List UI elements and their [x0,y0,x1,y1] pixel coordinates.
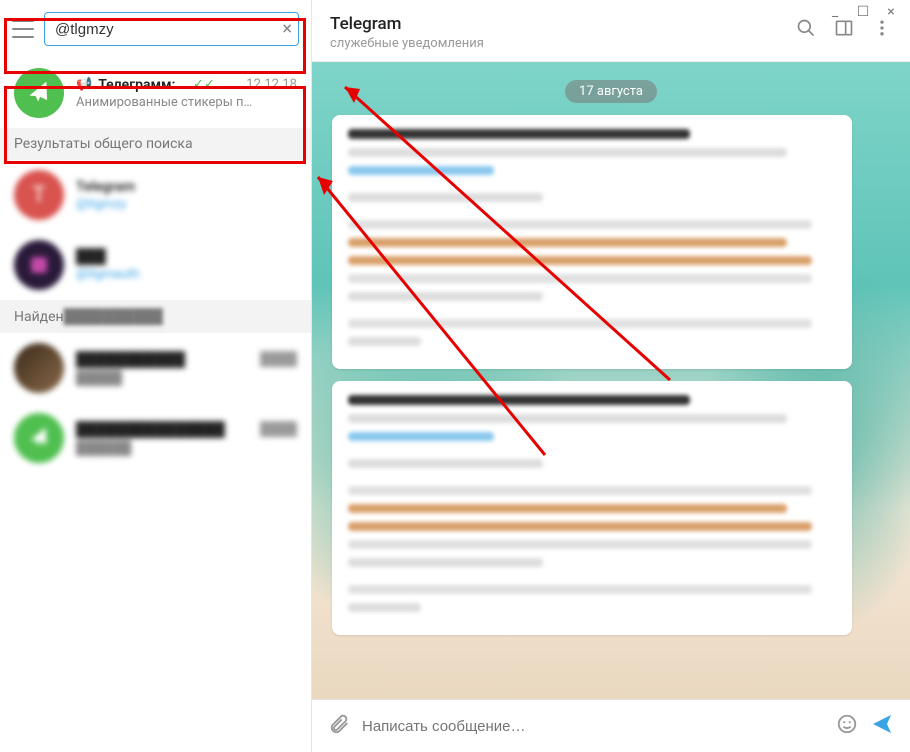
sidebar: × 📢 Телеграмм: … ✓✓ 12.12.18 Анимированн… [0,0,312,752]
global-result-item[interactable]: ███ @tlgmauth [0,230,311,300]
chat-subtitle: ██████ [76,440,297,456]
avatar: T [14,170,64,220]
date-separator: 17 августа [565,80,657,103]
chat-title: ███████████ [76,351,185,368]
hamburger-menu-button[interactable] [12,20,34,38]
section-found: Найден██████████ [0,300,311,333]
main-panel: Telegram служебные уведомления 17 август… [312,0,910,752]
message-composer [312,699,910,752]
message-bubble[interactable] [332,381,852,635]
found-item[interactable]: ███████████████ █████ [0,333,311,403]
chat-title: ███████████████ [76,421,225,438]
message-input[interactable] [362,718,824,735]
attach-icon[interactable] [328,713,350,739]
chat-date: ████ [260,421,297,437]
chat-handle: @tlgmzy [76,197,297,212]
verified-icon: ✓✓ [193,77,215,92]
chat-title: Telegram [76,179,135,195]
chat-subtitle: Анимированные стикеры п… [76,95,297,110]
emoji-icon[interactable] [836,713,858,739]
chat-title: ███ [76,248,106,265]
chat-header: Telegram служебные уведомления [312,0,910,62]
chat-subtitle: █████ [76,370,297,386]
megaphone-icon: 📢 [76,77,92,92]
send-button[interactable] [870,712,894,740]
chat-header-title: Telegram [330,14,796,34]
message-bubble[interactable] [332,115,852,369]
window-minimize[interactable]: _ [828,5,842,19]
avatar [14,413,64,463]
chat-header-subtitle: служебные уведомления [330,36,796,51]
search-result-top[interactable]: 📢 Телеграмм: … ✓✓ 12.12.18 Анимированные… [0,58,311,128]
avatar-telegram-channel [14,68,64,118]
section-global-results: Результаты общего поиска [0,128,311,160]
global-result-item[interactable]: T Telegram @tlgmzy [0,160,311,230]
clear-search-button[interactable]: × [282,19,292,40]
avatar [14,240,64,290]
found-item[interactable]: ███████████████████ ██████ [0,403,311,473]
window-maximize[interactable]: ☐ [856,5,870,19]
chat-handle: @tlgmauth [76,267,297,282]
chat-date: 12.12.18 [246,77,297,92]
chat-date: ████ [260,351,297,367]
chat-title: Телеграмм: … [98,77,189,93]
search-input[interactable] [45,21,298,38]
avatar [14,343,64,393]
window-close[interactable]: × [884,5,898,19]
search-icon[interactable] [796,18,816,42]
search-field-wrap: × [44,12,299,46]
